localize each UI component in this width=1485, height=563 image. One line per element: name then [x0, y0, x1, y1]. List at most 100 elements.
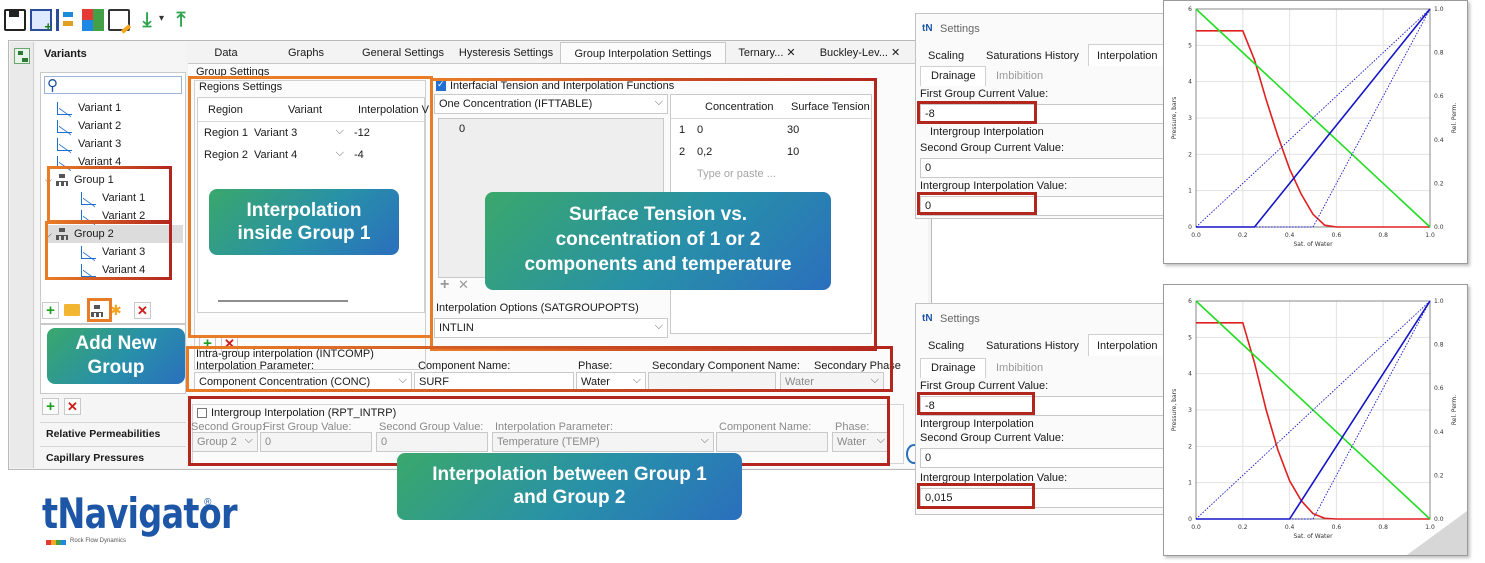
x-axis-label: Sat. of Water	[1293, 533, 1333, 540]
callout-add-new-group: Add New Group	[47, 328, 185, 384]
capillary-pressures-item[interactable]: Capillary Pressures	[40, 446, 186, 468]
toolbar: ⤓ ▾ ⤒	[0, 0, 190, 40]
y2-tick-label: 0.2	[1434, 180, 1444, 187]
y-tick-label: 4	[1188, 79, 1192, 86]
y-tick-label: 0	[1188, 224, 1192, 231]
x-tick-label: 0.2	[1238, 524, 1248, 531]
y-axis-label: Pressure, bars	[1171, 97, 1178, 140]
chart-1: 0.0 0.2 0.4 0.6 0.8 1.0 0 1 2 3 4 5 6 0.0 0.2 0.4 0.6 0.8…	[1171, 6, 1458, 248]
tab-interpolation[interactable]: Interpolation	[1088, 334, 1168, 356]
y2-tick-label: 0.8	[1434, 342, 1444, 349]
y2-tick-label: 1.0	[1434, 298, 1444, 305]
highlight-add-group-button	[87, 298, 112, 322]
x-tick-label: 0.2	[1238, 232, 1248, 239]
highlight-inter-value-2	[917, 483, 1035, 509]
y-tick-label: 3	[1188, 407, 1192, 414]
highlight-inter-value-1	[917, 192, 1037, 215]
y-tick-label: 6	[1188, 6, 1192, 13]
search-icon: ⚲	[47, 77, 58, 94]
tree-item-variant-1[interactable]: Variant 1	[57, 99, 121, 117]
relative-permeabilities-item[interactable]: Relative Permeabilities	[40, 422, 186, 444]
y-tick-label: 3	[1188, 115, 1192, 122]
y2-axis-label: Rel. Perm.	[1451, 395, 1458, 425]
add-item-button[interactable]: +	[42, 398, 59, 415]
tab-hysteresis-settings[interactable]: Hysteresis Settings	[452, 42, 560, 64]
y2-tick-label: 0.0	[1434, 224, 1444, 231]
settings-title: Settings	[940, 23, 980, 35]
variant-icon	[57, 119, 72, 133]
logo-reg: ®	[204, 497, 212, 508]
variants-tree-icon[interactable]	[14, 48, 30, 64]
add-variant-icon[interactable]	[30, 9, 52, 34]
y-tick-label: 6	[1188, 298, 1192, 305]
x-tick-label: 0.0	[1191, 232, 1201, 239]
tab-saturations-history[interactable]: Saturations History	[986, 50, 1079, 62]
subtab-imbibition[interactable]: Imbibition	[996, 362, 1043, 374]
y2-tick-label: 0.6	[1434, 93, 1444, 100]
series-line-0	[1196, 29, 1430, 228]
tab-interpolation[interactable]: Interpolation	[1088, 44, 1168, 66]
download-icon[interactable]: ⤓	[136, 9, 158, 31]
search-box[interactable]: ⚲	[44, 76, 182, 94]
subtab-imbibition[interactable]: Imbibition	[996, 70, 1043, 82]
y-tick-label: 1	[1188, 188, 1192, 195]
y2-tick-label: 0.8	[1434, 50, 1444, 57]
callout-interpolation-between: Interpolation between Group 1 and Group …	[397, 453, 742, 520]
y2-tick-label: 0.4	[1434, 137, 1444, 144]
second-group-current-input[interactable]: 0	[920, 158, 1166, 178]
logo-color-blocks	[46, 540, 66, 545]
edit-icon[interactable]	[108, 9, 130, 31]
tree-item-variant-3[interactable]: Variant 3	[57, 135, 121, 153]
y2-axis-label: Rel. Perm.	[1451, 103, 1458, 133]
tab-graphs[interactable]: Graphs	[266, 42, 346, 64]
tree-buttons: + ✱ ✕	[40, 302, 186, 322]
y-tick-label: 4	[1188, 371, 1192, 378]
tree-item-variant-2[interactable]: Variant 2	[57, 117, 121, 135]
x-tick-label: 0.6	[1332, 232, 1342, 239]
x-tick-label: 0.4	[1285, 232, 1295, 239]
series-line-0	[1196, 321, 1430, 520]
x-tick-label: 0.8	[1378, 524, 1388, 531]
tab-data[interactable]: Data	[188, 42, 264, 64]
delete-button[interactable]: ✕	[134, 302, 151, 319]
y2-tick-label: 1.0	[1434, 6, 1444, 13]
callout-surface-tension: Surface Tension vs. concentration of 1 o…	[485, 192, 831, 290]
remove-item-button[interactable]: ✕	[64, 398, 81, 415]
x-tick-label: 0.6	[1332, 524, 1342, 531]
list-buttons: + ✕	[42, 398, 102, 418]
y2-tick-label: 0.6	[1434, 385, 1444, 392]
chart-panel-1: 0.0 0.2 0.4 0.6 0.8 1.0 0 1 2 3 4 5 6 0.0 0.2 0.4 0.6 0.8…	[1163, 0, 1468, 264]
tab-saturations-history[interactable]: Saturations History	[986, 340, 1079, 352]
highlight-group-1	[47, 166, 172, 223]
subtab-drainage[interactable]: Drainage	[920, 66, 986, 86]
tab-general-settings[interactable]: General Settings	[356, 42, 450, 64]
settings-title-bar: tN Settings	[916, 14, 1166, 44]
tnavigator-logo: tNavigator ® Rock Flow Dynamics	[42, 489, 242, 555]
tab-ternary[interactable]: Ternary... ✕	[728, 42, 806, 64]
tab-scaling[interactable]: Scaling	[928, 340, 964, 352]
first-group-current-label: First Group Current Value:	[920, 380, 1049, 392]
intergroup-interpolation-title: Intergroup Interpolation	[930, 126, 1044, 138]
second-group-current-label: Second Group Current Value:	[920, 142, 1065, 154]
first-group-current-label: First Group Current Value:	[920, 88, 1049, 100]
second-group-current-label: Second Group Current Value:	[920, 432, 1065, 444]
page-curl-icon	[1407, 511, 1467, 555]
tree-icon[interactable]	[56, 9, 78, 31]
y2-tick-label: 0.4	[1434, 429, 1444, 436]
y-tick-label: 5	[1188, 42, 1192, 49]
add-variant-button[interactable]: +	[42, 302, 59, 319]
x-tick-label: 0.8	[1378, 232, 1388, 239]
upload-icon[interactable]: ⤒	[170, 9, 192, 31]
tab-scaling[interactable]: Scaling	[928, 50, 964, 62]
save-icon[interactable]	[4, 9, 26, 31]
tab-buckley-leverett[interactable]: Buckley-Lev... ✕	[812, 42, 908, 64]
second-group-current-input[interactable]: 0	[920, 448, 1166, 468]
subtab-drainage[interactable]: Drainage	[920, 358, 986, 378]
tab-group-interpolation-settings[interactable]: Group Interpolation Settings	[560, 42, 726, 65]
tab-bar: Data Graphs General Settings Hysteresis …	[188, 42, 928, 65]
side-strip	[10, 42, 34, 468]
tn-app-icon: tN	[922, 23, 933, 34]
folder-icon[interactable]	[64, 304, 80, 316]
color-icon[interactable]	[82, 9, 104, 31]
dropdown-icon[interactable]: ▾	[159, 13, 169, 35]
